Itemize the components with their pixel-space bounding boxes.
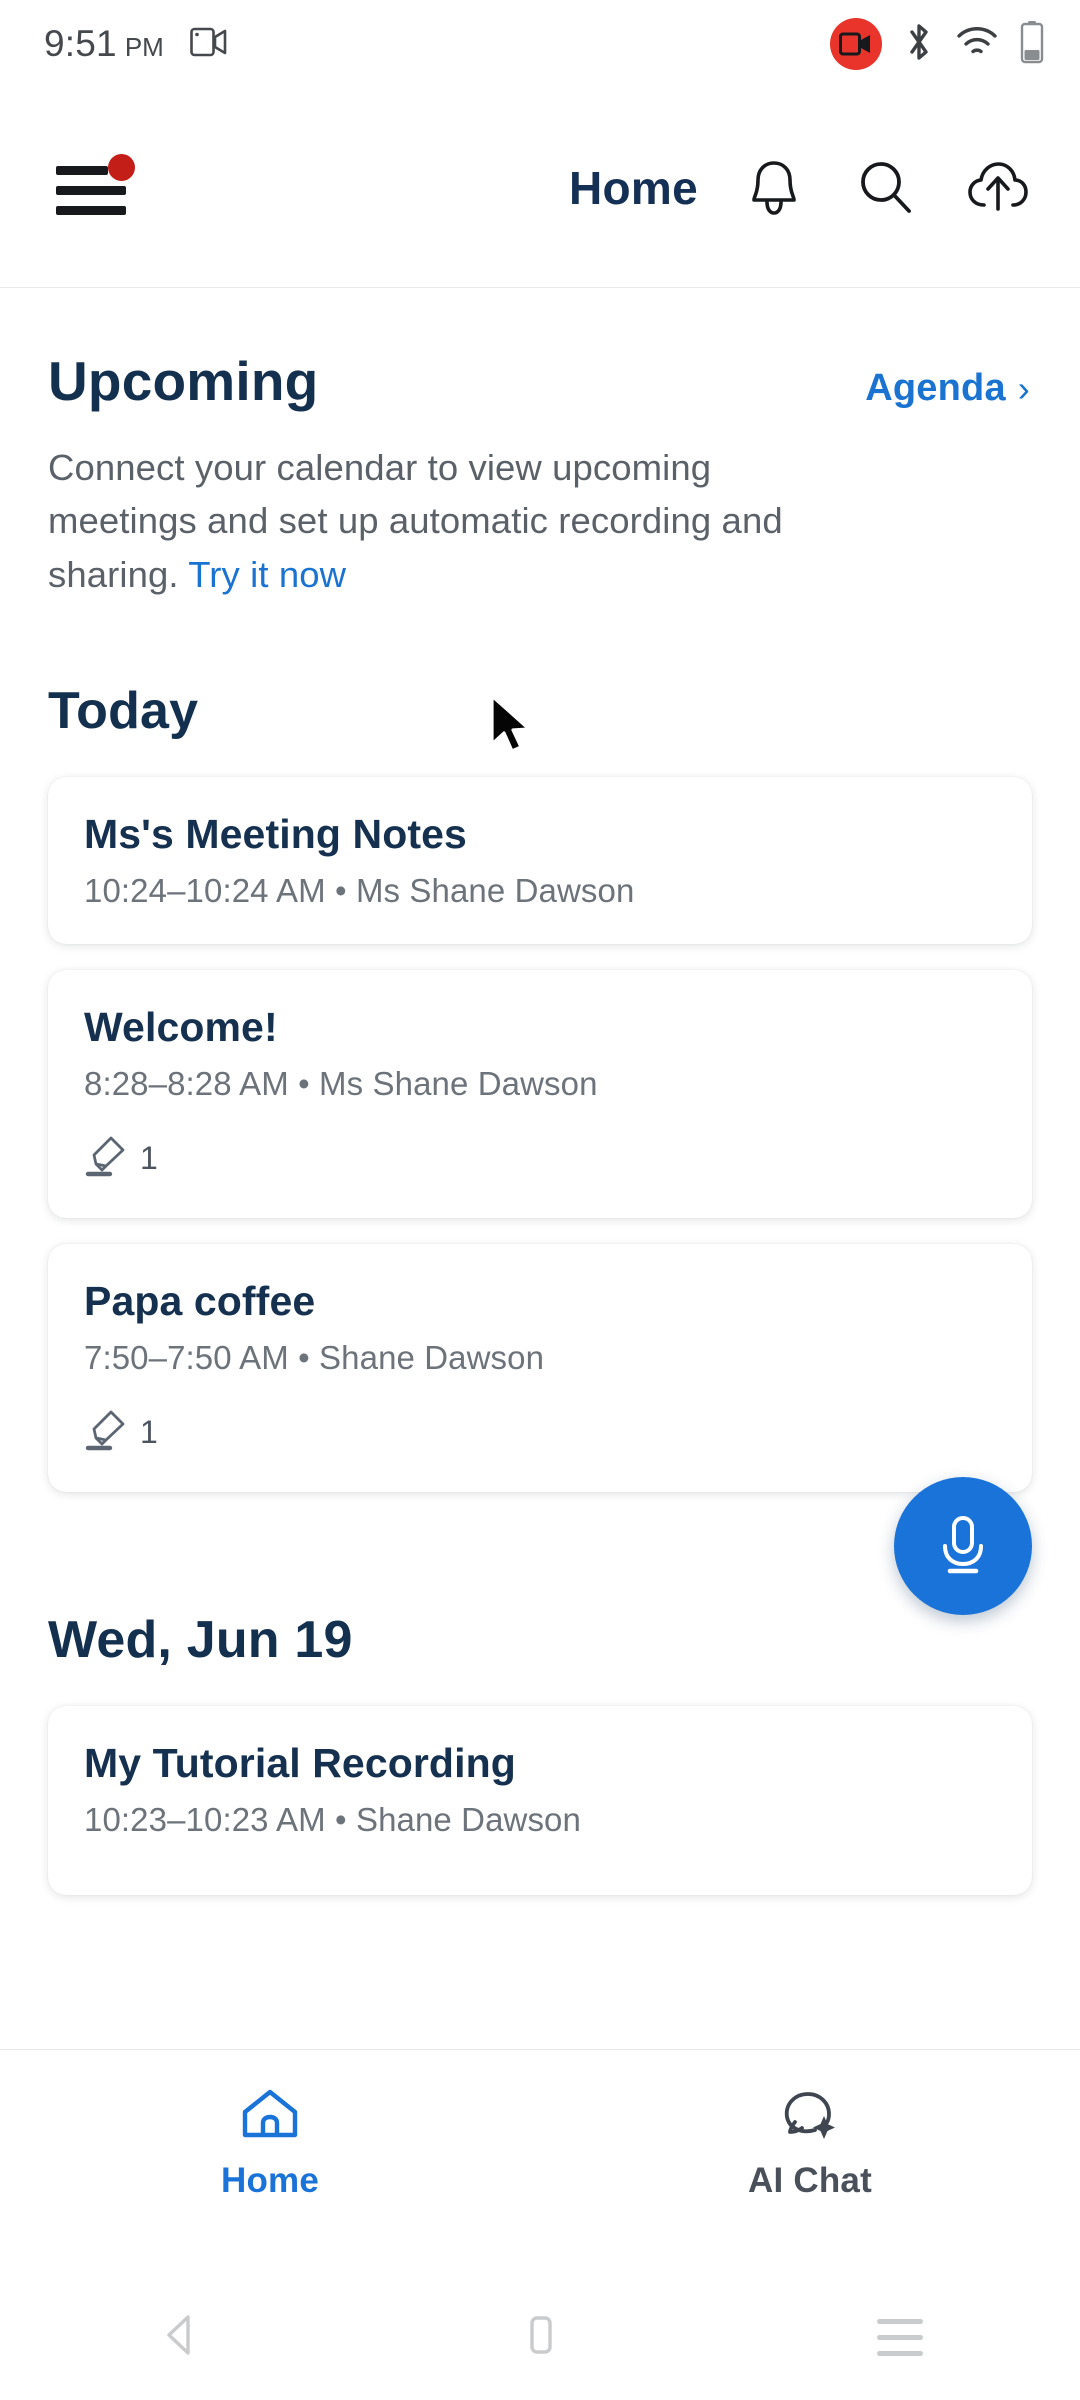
card-highlight-meta: 1 bbox=[84, 1133, 996, 1184]
recording-card[interactable]: Welcome! 8:28–8:28 AM • Ms Shane Dawson … bbox=[48, 969, 1032, 1218]
bottom-nav-item-home[interactable]: Home bbox=[0, 2086, 540, 2201]
microphone-icon bbox=[932, 1510, 994, 1583]
bell-icon[interactable] bbox=[742, 156, 806, 220]
android-back-button[interactable] bbox=[0, 2311, 360, 2364]
app-header: Home bbox=[0, 88, 1080, 288]
bottom-nav-item-ai-chat[interactable]: AI Chat bbox=[540, 2086, 1080, 2201]
android-home-button[interactable] bbox=[360, 2311, 720, 2364]
search-icon[interactable] bbox=[854, 156, 918, 220]
record-fab-button[interactable] bbox=[894, 1477, 1032, 1615]
status-bar: 9:51 PM bbox=[0, 0, 1080, 88]
highlight-count: 1 bbox=[140, 1413, 158, 1450]
header-actions bbox=[742, 156, 1030, 220]
hamburger-menu-icon[interactable] bbox=[52, 153, 135, 219]
card-subtitle: 10:23–10:23 AM • Shane Dawson bbox=[84, 1800, 581, 1838]
bottom-nav-label-ai-chat: AI Chat bbox=[748, 2161, 872, 2200]
upcoming-description: Connect your calendar to view upcoming m… bbox=[0, 413, 900, 601]
card-title: Ms's Meeting Notes bbox=[84, 810, 467, 857]
date-card-list: My Tutorial Recording 10:23–10:23 AM • S… bbox=[0, 1705, 1080, 1895]
agenda-link-label: Agenda bbox=[865, 367, 1006, 409]
highlighter-icon bbox=[84, 1133, 128, 1184]
notification-dot-badge bbox=[108, 153, 135, 181]
card-subtitle: 8:28–8:28 AM • Ms Shane Dawson bbox=[84, 1064, 598, 1102]
today-card-list: Ms's Meeting Notes 10:24–10:24 AM • Ms S… bbox=[0, 776, 1080, 1492]
highlight-count: 1 bbox=[140, 1139, 158, 1176]
bottom-navigation-bar: Home AI Chat bbox=[0, 2049, 1080, 2275]
card-highlight-meta: 1 bbox=[84, 1407, 996, 1458]
cloud-upload-icon[interactable] bbox=[966, 156, 1030, 220]
recording-card[interactable]: Ms's Meeting Notes 10:24–10:24 AM • Ms S… bbox=[48, 776, 1032, 944]
main-content: Upcoming Agenda › Connect your calendar … bbox=[0, 289, 1080, 2049]
chevron-right-icon: › bbox=[1017, 367, 1030, 409]
battery-icon bbox=[1020, 20, 1044, 69]
page-title: Home bbox=[568, 161, 698, 214]
home-square-icon bbox=[520, 2311, 560, 2364]
card-title: My Tutorial Recording bbox=[84, 1739, 516, 1786]
recording-video-icon bbox=[830, 18, 882, 70]
wifi-icon bbox=[956, 25, 998, 64]
status-time: 9:51 bbox=[44, 23, 117, 64]
card-title: Welcome! bbox=[84, 1003, 278, 1050]
upcoming-title: Upcoming bbox=[48, 350, 319, 412]
ai-chat-bubble-icon bbox=[779, 2086, 841, 2149]
section-heading-today: Today bbox=[48, 681, 199, 740]
back-triangle-icon bbox=[158, 2311, 202, 2364]
card-subtitle: 7:50–7:50 AM • Shane Dawson bbox=[84, 1338, 545, 1376]
status-bar-right bbox=[830, 18, 1044, 70]
highlighter-icon bbox=[84, 1407, 128, 1458]
status-time-ampm: PM bbox=[124, 32, 164, 62]
try-it-now-link[interactable]: Try it now bbox=[188, 554, 346, 595]
bottom-nav-label-home: Home bbox=[220, 2161, 320, 2200]
android-recents-button[interactable] bbox=[720, 2319, 1080, 2356]
status-bar-left: 9:51 PM bbox=[44, 23, 230, 65]
upcoming-description-text: Connect your calendar to view upcoming m… bbox=[48, 447, 783, 595]
card-subtitle: 10:24–10:24 AM • Ms Shane Dawson bbox=[84, 871, 635, 909]
upcoming-section-header: Upcoming Agenda › bbox=[0, 289, 1080, 413]
recording-card[interactable]: Papa coffee 7:50–7:50 AM • Shane Dawson … bbox=[48, 1243, 1032, 1492]
recording-card[interactable]: My Tutorial Recording 10:23–10:23 AM • S… bbox=[48, 1705, 1032, 1895]
card-title: Papa coffee bbox=[84, 1277, 316, 1324]
home-icon bbox=[239, 2086, 301, 2149]
recents-lines-icon bbox=[877, 2319, 923, 2356]
phone-screen: 9:51 PM Home Upcoming Agenda › Connect y… bbox=[0, 0, 1080, 2400]
bluetooth-icon bbox=[904, 21, 934, 68]
agenda-link[interactable]: Agenda › bbox=[865, 367, 1030, 410]
video-camera-icon bbox=[190, 25, 230, 64]
android-navigation-bar bbox=[0, 2275, 1080, 2400]
